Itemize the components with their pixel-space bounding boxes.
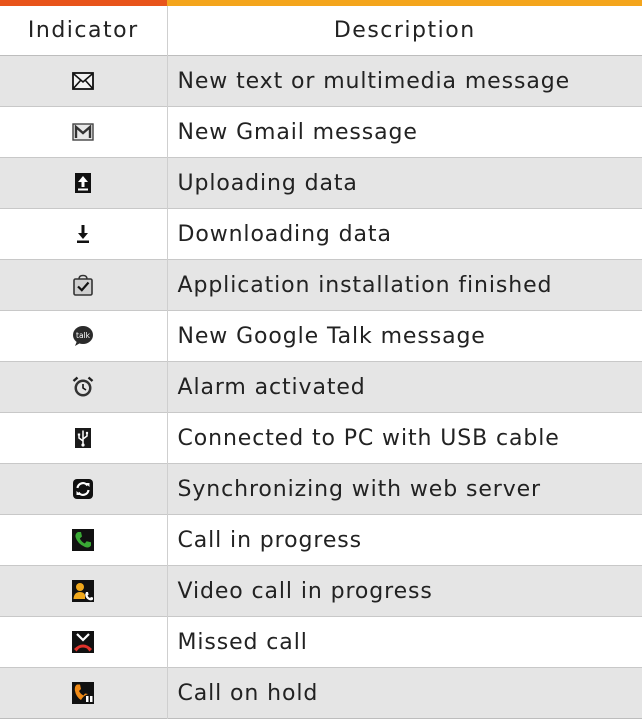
- table-row: New text or multimedia message: [0, 55, 642, 107]
- table-row: Video call in progress: [0, 565, 642, 617]
- header-indicator: Indicator: [0, 6, 168, 56]
- call-hold-icon: [72, 682, 95, 704]
- description-cell: New text or multimedia message: [177, 68, 571, 94]
- description-cell: Missed call: [177, 629, 308, 655]
- indicator-table-page: Indicator Description New text or multim…: [0, 0, 642, 719]
- table-row: New Gmail message: [0, 106, 642, 158]
- description-cell: New Gmail message: [177, 119, 418, 145]
- alarm-clock-icon: [72, 376, 94, 398]
- indicator-cell: [0, 616, 168, 668]
- table-row: Call on hold: [0, 667, 642, 719]
- description-cell: Application installation finished: [177, 272, 553, 298]
- download-icon: [72, 223, 94, 245]
- install-finished-icon: [72, 274, 94, 296]
- missed-call-icon: [72, 631, 95, 653]
- description-cell: Alarm activated: [177, 374, 366, 400]
- indicator-table: Indicator Description New text or multim…: [0, 6, 642, 719]
- upload-icon: [72, 172, 94, 194]
- envelope-icon: [72, 70, 95, 92]
- sync-icon: [72, 478, 94, 500]
- indicator-cell: [0, 463, 168, 515]
- indicator-cell: [0, 514, 168, 566]
- table-row: talk New Google Talk message: [0, 310, 642, 362]
- indicator-cell: [0, 565, 168, 617]
- header-description: Description: [333, 18, 476, 43]
- description-cell: Uploading data: [177, 170, 358, 196]
- table-row: Synchronizing with web server: [0, 463, 642, 515]
- indicator-cell: talk: [0, 310, 168, 362]
- description-cell: Synchronizing with web server: [177, 476, 542, 502]
- description-cell: Video call in progress: [177, 578, 433, 604]
- talk-icon-label: talk: [76, 331, 91, 340]
- description-cell: Connected to PC with USB cable: [177, 425, 560, 451]
- table-row: Call in progress: [0, 514, 642, 566]
- table-row: Connected to PC with USB cable: [0, 412, 642, 464]
- indicator-cell: [0, 157, 168, 209]
- video-call-icon: [72, 580, 95, 602]
- indicator-cell: [0, 55, 168, 107]
- table-row: Alarm activated: [0, 361, 642, 413]
- indicator-cell: [0, 667, 168, 719]
- indicator-cell: [0, 259, 168, 311]
- description-cell: Call on hold: [177, 680, 319, 706]
- indicator-cell: [0, 361, 168, 413]
- description-cell: Downloading data: [177, 221, 392, 247]
- call-icon: [72, 529, 95, 551]
- description-cell: Call in progress: [177, 527, 362, 553]
- table-header-row: Indicator Description: [0, 6, 642, 56]
- table-row: Application installation finished: [0, 259, 642, 311]
- table-row: Uploading data: [0, 157, 642, 209]
- table-row: Downloading data: [0, 208, 642, 260]
- table-row: Missed call: [0, 616, 642, 668]
- indicator-cell: [0, 106, 168, 158]
- talk-bubble-icon: talk: [72, 325, 94, 347]
- gmail-icon: [72, 121, 94, 143]
- description-cell: New Google Talk message: [177, 323, 486, 349]
- indicator-cell: [0, 412, 168, 464]
- indicator-cell: [0, 208, 168, 260]
- usb-icon: [72, 427, 94, 449]
